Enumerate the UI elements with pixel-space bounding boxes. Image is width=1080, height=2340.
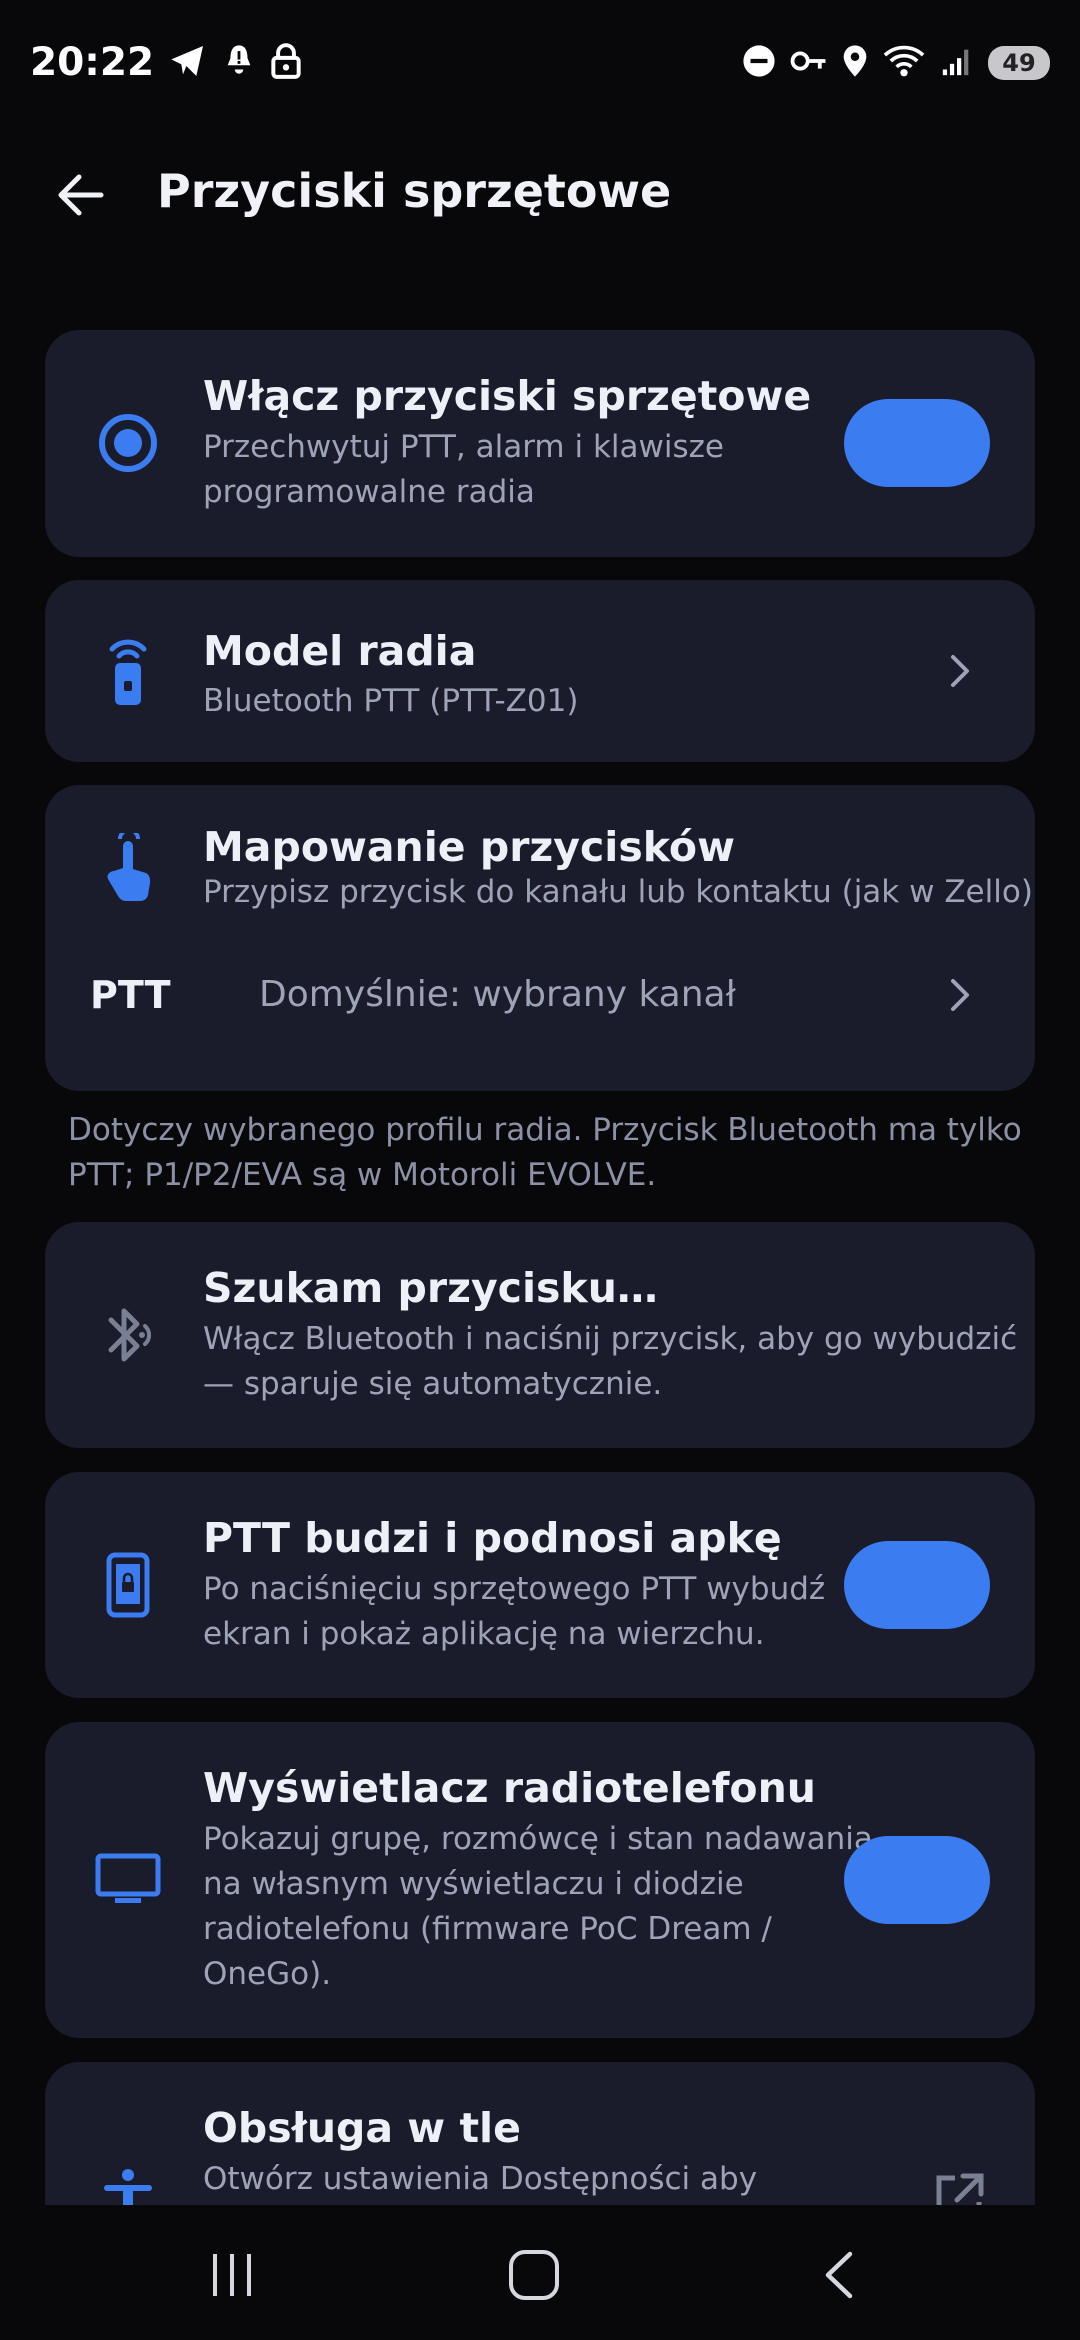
status-bar: 20:22 49: [0, 0, 1080, 125]
recents-button[interactable]: [192, 2235, 272, 2315]
arrow-left-icon: [58, 174, 104, 216]
enable-toggle[interactable]: [844, 399, 990, 487]
back-nav-button[interactable]: [800, 2235, 880, 2315]
background-subtitle-1: Otwórz ustawienia Dostępności aby: [203, 2161, 758, 2197]
key-icon: [790, 46, 828, 80]
searching-button-card: Szukam przycisku… Włącz Bluetooth i naci…: [45, 1222, 1035, 1448]
bell-icon: [222, 41, 256, 85]
radio-display-card[interactable]: Wyświetlacz radiotelefonu Pokazuj grupę,…: [45, 1722, 1035, 2038]
phone-lock-icon: [93, 1550, 163, 1620]
display-subtitle-1: Pokazuj grupę, rozmówcę i stan nadawania: [203, 1821, 873, 1857]
recents-icon: [213, 2254, 251, 2296]
bluetooth-searching-icon: [93, 1300, 163, 1370]
display-subtitle-4: OneGo).: [203, 1956, 332, 1992]
chevron-right-icon: [940, 651, 980, 691]
note-line-2: PTT; P1/P2/EVA są w Motoroli EVOLVE.: [68, 1157, 657, 1193]
location-icon: [842, 44, 868, 82]
page-title: Przyciski sprzętowe: [157, 164, 672, 218]
chevron-right-icon: [940, 975, 980, 1015]
mapping-row-ptt[interactable]: PTT Domyślnie: wybrany kanał: [45, 945, 1035, 1045]
enable-title: Włącz przyciski sprzętowe: [203, 372, 812, 420]
note-line-1: Dotyczy wybranego profilu radia. Przycis…: [68, 1112, 1022, 1148]
app-bar: Przyciski sprzętowe: [0, 150, 1080, 240]
status-time: 20:22: [30, 40, 155, 85]
touch-hand-icon: [93, 833, 163, 903]
profile-note: Dotyczy wybranego profilu radia. Przycis…: [68, 1108, 1028, 1198]
ptt-wake-card[interactable]: PTT budzi i podnosi apkę Po naciśnięciu …: [45, 1472, 1035, 1698]
lock-icon: [270, 42, 302, 84]
searching-subtitle-2: — sparuje się automatycznie.: [203, 1366, 663, 1402]
wake-toggle[interactable]: [844, 1541, 990, 1629]
wake-subtitle-1: Po naciśnięciu sprzętowego PTT wybudź: [203, 1571, 826, 1607]
radio-device-icon: [93, 636, 163, 706]
searching-subtitle-1: Włącz Bluetooth i naciśnij przycisk, aby…: [203, 1321, 1018, 1357]
mapping-row-value: Domyślnie: wybrany kanał: [259, 974, 736, 1015]
radio-model-card[interactable]: Model radia Bluetooth PTT (PTT-Z01): [45, 580, 1035, 762]
dnd-icon: [742, 44, 776, 82]
mapping-row-key: PTT: [90, 973, 171, 1017]
back-icon: [825, 2251, 853, 2299]
wake-subtitle-2: ekran i pokaż aplikację na wierzchu.: [203, 1616, 765, 1652]
telegram-icon: [168, 41, 208, 85]
display-toggle[interactable]: [844, 1836, 990, 1924]
enable-subtitle-2: programowalne radia: [203, 474, 535, 510]
back-button[interactable]: [50, 168, 110, 222]
display-subtitle-2: na własnym wyświetlaczu i diodzie: [203, 1866, 744, 1902]
wake-title: PTT budzi i podnosi apkę: [203, 1514, 782, 1562]
mapping-title: Mapowanie przycisków: [203, 823, 735, 871]
battery-indicator: 49: [988, 45, 1050, 80]
model-title: Model radia: [203, 627, 477, 675]
home-icon: [509, 2250, 559, 2300]
display-title: Wyświetlacz radiotelefonu: [203, 1764, 816, 1812]
radio-button-icon: [93, 408, 163, 478]
background-title: Obsługa w tle: [203, 2104, 521, 2152]
home-button[interactable]: [494, 2235, 574, 2315]
enable-hardware-buttons-card[interactable]: Włącz przyciski sprzętowe Przechwytuj PT…: [45, 330, 1035, 557]
mapping-subtitle: Przypisz przycisk do kanału lub kontaktu…: [203, 874, 1033, 910]
button-mapping-card: Mapowanie przycisków Przypisz przycisk d…: [45, 785, 1035, 1091]
display-subtitle-3: radiotelefonu (firmware PoC Dream /: [203, 1911, 772, 1947]
model-subtitle: Bluetooth PTT (PTT-Z01): [203, 683, 579, 719]
enable-subtitle-1: Przechwytuj PTT, alarm i klawisze: [203, 429, 724, 465]
signal-icon: [940, 44, 974, 82]
searching-title: Szukam przycisku…: [203, 1264, 658, 1312]
monitor-icon: [93, 1845, 163, 1915]
wifi-icon: [882, 43, 926, 83]
system-nav-bar: [0, 2205, 1080, 2340]
